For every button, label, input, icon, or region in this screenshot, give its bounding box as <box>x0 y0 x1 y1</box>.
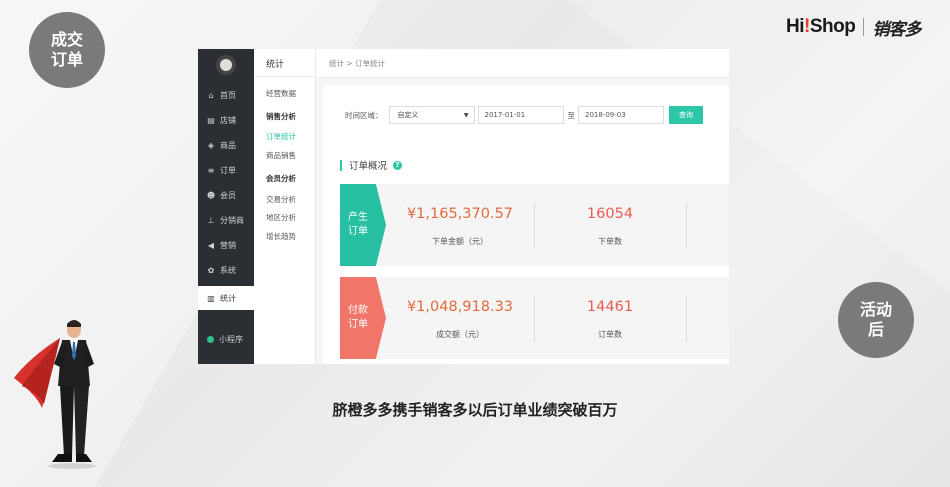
xiaokeduo-logo: 销客多 <box>872 19 921 40</box>
megaphone-icon: ◀ <box>207 240 215 250</box>
chevron-down-icon: ▼ <box>463 112 469 119</box>
nav-item[interactable]: ✿ 系统 <box>198 258 254 282</box>
count-stat: 14461 订单数 <box>534 277 686 359</box>
before-badge-text: 成交 订单 <box>50 30 83 69</box>
overview-title-text: 订单概况 <box>349 161 388 172</box>
divider <box>686 296 687 342</box>
nav-item[interactable]: ◀ 营销 <box>198 233 254 257</box>
subnav-group-label: 会员分析 <box>266 174 296 183</box>
home-icon: ⌂ <box>208 90 214 100</box>
help-icon[interactable]: ? <box>393 160 403 170</box>
admin-app-window: ⌂ 首页 ▤ 店铺 ◈ 商品 ≡ 订单 ☻ 会员 ⊥ 分销商 ◀ 营销 ✿ 系统 ▥ 统计 小程序 统计 经营数据销… <box>198 49 729 364</box>
start-date-input[interactable]: 2017-01-01 <box>477 106 564 124</box>
store-icon: ▤ <box>207 115 215 125</box>
nav-item[interactable]: ≡ 订单 <box>198 158 254 182</box>
after-badge-text: 活动 后 <box>859 300 892 339</box>
breadcrumb[interactable]: 统计 > 订单统计 <box>329 58 385 69</box>
divider <box>686 203 687 249</box>
slide-caption: 脐橙多多携手销客多以后订单业绩突破百万 <box>332 401 618 419</box>
nav-item-label: 系统 <box>220 265 236 275</box>
nav-item[interactable]: ⌂ 首页 <box>198 83 254 107</box>
nav-item-label: 营销 <box>220 240 236 250</box>
nav-item-label: 分销商 <box>220 215 244 225</box>
brand-logos: Hi!Shop 销客多 <box>786 14 926 40</box>
card-tag: 付款 订单 <box>340 277 386 359</box>
main-content: 时间区域： 自定义 ▼ 2017-01-01 至 2018-09-03 查询 订… <box>323 85 729 364</box>
amount-stat: ¥1,165,370.57 下单金额（元） <box>386 184 534 266</box>
nav-item-label: 订单 <box>220 165 236 175</box>
date-filter: 时间区域： 自定义 ▼ 2017-01-01 至 2018-09-03 查询 <box>345 106 703 124</box>
count-label: 订单数 <box>598 330 622 339</box>
app-logo <box>216 55 236 75</box>
count-value: 16054 <box>586 206 634 222</box>
nav-item-label: 商品 <box>220 140 236 150</box>
amount-label: 成交额（元） <box>436 330 484 339</box>
count-label: 下单数 <box>598 237 622 246</box>
user-icon: ☻ <box>206 190 216 200</box>
network-icon: ⊥ <box>207 215 215 225</box>
range-select-value: 自定义 <box>397 111 419 119</box>
nav-item[interactable]: ☻ 会员 <box>198 183 254 207</box>
count-stat: 16054 下单数 <box>534 184 686 266</box>
hishop-logo: Hi!Shop <box>786 16 856 37</box>
to-label: 至 <box>567 110 576 120</box>
subnav-item[interactable]: 地区分析 <box>266 212 296 223</box>
amount-label: 下单金额（元） <box>432 237 488 246</box>
nav-item[interactable]: ⊥ 分销商 <box>198 208 254 232</box>
subnav-group-label: 销售分析 <box>266 112 296 121</box>
chart-icon: ▥ <box>207 293 215 303</box>
amount-value: ¥1,165,370.57 <box>406 206 514 222</box>
subnav-item[interactable]: 订单统计 <box>266 131 296 142</box>
box-icon: ◈ <box>207 140 215 150</box>
title-accent-bar <box>340 159 342 171</box>
card-tag: 产生 订单 <box>340 184 386 266</box>
divider <box>254 76 316 77</box>
time-range-label: 时间区域： <box>345 110 383 120</box>
subnav-item[interactable]: 经营数据 <box>266 88 296 99</box>
nav-item-label: 店铺 <box>220 115 236 125</box>
query-button[interactable]: 查询 <box>669 106 703 124</box>
logo-divider <box>863 18 865 36</box>
mini-program-icon <box>207 335 214 343</box>
sub-nav: 统计 经营数据销售分析订单统计商品销售会员分析交易分析地区分析增长趋势 <box>254 49 316 364</box>
nav-item-label: 小程序 <box>219 334 243 344</box>
list-icon: ≡ <box>207 165 215 175</box>
top-bar: 统计 > 订单统计 <box>316 49 729 78</box>
paid-orders-card: 付款 订单 ¥1,048,918.33 成交额（元） 14461 订单数 <box>340 277 729 359</box>
nav-item[interactable]: ▤ 店铺 <box>198 108 254 132</box>
end-date-input[interactable]: 2018-09-03 <box>578 106 664 124</box>
overview-title: 订单概况 ? <box>340 158 403 172</box>
nav-item-label: 会员 <box>220 190 236 200</box>
amount-value: ¥1,048,918.33 <box>406 299 514 315</box>
after-badge: 活动 后 <box>838 282 914 358</box>
nav-item-label: 统计 <box>220 293 236 303</box>
gear-icon: ✿ <box>207 265 215 275</box>
subnav-title: 统计 <box>266 60 285 70</box>
nav-item[interactable]: ◈ 商品 <box>198 133 254 157</box>
generated-orders-card: 产生 订单 ¥1,165,370.57 下单金额（元） 16054 下单数 <box>340 184 729 266</box>
count-value: 14461 <box>586 299 634 315</box>
range-select[interactable]: 自定义 ▼ <box>388 106 475 124</box>
subnav-item[interactable]: 增长趋势 <box>266 231 296 242</box>
subnav-item[interactable]: 商品销售 <box>266 150 296 161</box>
nav-item-label: 首页 <box>220 90 236 100</box>
nav-item[interactable]: ▥ 统计 <box>198 286 254 310</box>
superhero-businessman-illustration <box>14 320 96 469</box>
nav-item[interactable]: 小程序 <box>198 327 254 351</box>
before-badge: 成交 订单 <box>29 12 105 88</box>
subnav-item[interactable]: 交易分析 <box>266 194 296 205</box>
amount-stat: ¥1,048,918.33 成交额（元） <box>386 277 534 359</box>
main-nav: ⌂ 首页 ▤ 店铺 ◈ 商品 ≡ 订单 ☻ 会员 ⊥ 分销商 ◀ 营销 ✿ 系统 ▥ 统计 小程序 <box>198 49 254 364</box>
